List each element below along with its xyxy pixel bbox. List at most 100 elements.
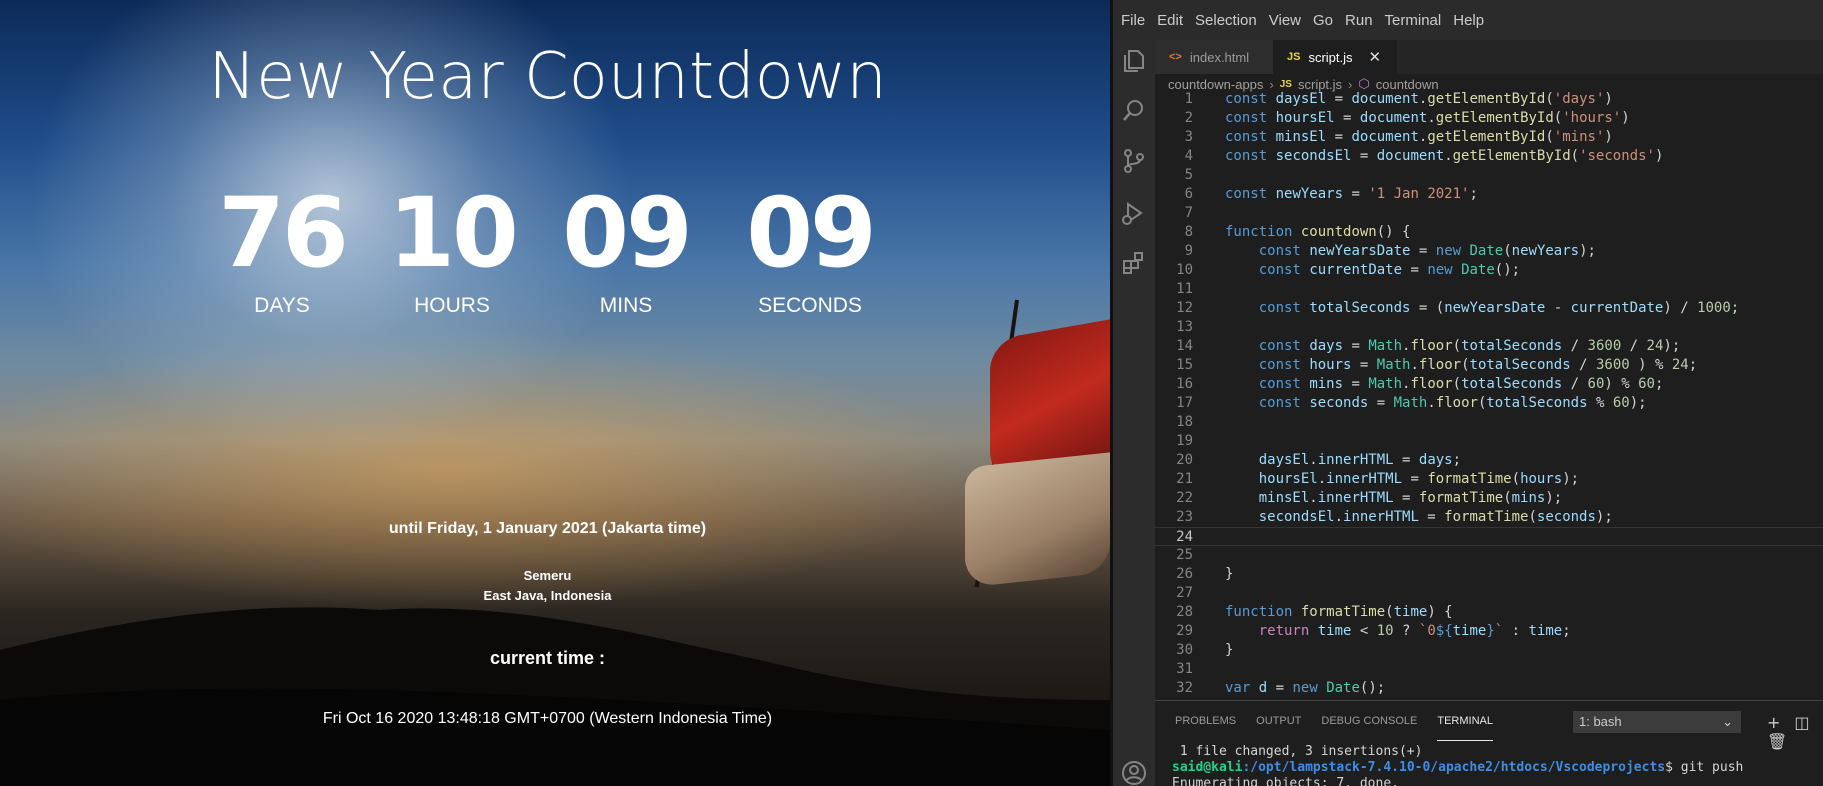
vscode-window: File Edit Selection View Go Run Terminal… [1110, 0, 1823, 786]
line-number: 19 [1176, 433, 1193, 449]
line-number: 2 [1184, 110, 1193, 126]
hours-counter: 10 HOURS [372, 178, 532, 318]
code-line: 27 [1155, 584, 1823, 603]
terminal-actions: +◫🗑 [1767, 713, 1823, 751]
terminal-select[interactable]: 1: bash ⌄ [1573, 711, 1741, 733]
split-icon[interactable]: ◫ [1794, 713, 1823, 732]
seconds-counter: 09 SECONDS [730, 178, 890, 318]
plus-icon[interactable]: + [1767, 713, 1794, 732]
line-number: 12 [1176, 300, 1193, 316]
line-number: 7 [1184, 205, 1193, 221]
seconds-label: SECONDS [758, 294, 862, 317]
close-icon[interactable]: ✕ [1369, 48, 1382, 66]
line-number: 29 [1176, 623, 1193, 639]
code-line: 10 const currentDate = new Date(); [1155, 261, 1823, 280]
code-line: 2 const hoursEl = document.getElementById… [1155, 109, 1823, 128]
code-line: 21 hoursEl.innerHTML = formatTime(hours)… [1155, 470, 1823, 489]
menu-edit[interactable]: Edit [1151, 12, 1189, 29]
countdown-page: New Year Countdown 76 DAYS 10 HOURS 09 M… [0, 0, 1110, 786]
source-control-icon[interactable] [1121, 148, 1147, 174]
menu-terminal[interactable]: Terminal [1379, 12, 1448, 29]
tab-terminal[interactable]: TERMINAL [1437, 701, 1493, 741]
menu-run[interactable]: Run [1339, 12, 1379, 29]
terminal-user: said@kali [1172, 760, 1243, 775]
account-icon[interactable] [1121, 760, 1147, 786]
line-number: 3 [1184, 129, 1193, 145]
menu-go[interactable]: Go [1307, 12, 1339, 29]
code-line: 4 const secondsEl = document.getElementBy… [1155, 147, 1823, 166]
code-line: 19 [1155, 432, 1823, 451]
terminal-line: 1 file changed, 3 insertions(+) [1172, 744, 1423, 759]
tab-label: index.html [1189, 49, 1250, 65]
tab-debug-console[interactable]: DEBUG CONSOLE [1321, 701, 1417, 741]
code-line: 12 const totalSeconds = (newYearsDate - … [1155, 299, 1823, 318]
line-number: 15 [1176, 357, 1193, 373]
line-number: 32 [1176, 680, 1193, 696]
code-line: 32 var d = new Date(); [1155, 679, 1823, 698]
code-line: 1 const daysEl = document.getElementById(… [1155, 90, 1823, 109]
code-line: 30} [1155, 641, 1823, 660]
menu-help[interactable]: Help [1447, 12, 1490, 29]
line-number: 6 [1184, 186, 1193, 202]
files-icon[interactable] [1121, 48, 1147, 74]
run-debug-icon[interactable] [1121, 200, 1147, 226]
mins-label: MINS [599, 294, 653, 317]
line-number: 18 [1176, 414, 1193, 430]
line-number: 17 [1176, 395, 1193, 411]
code-line: 5 [1155, 166, 1823, 185]
code-line: 25 [1155, 546, 1823, 565]
terminal-path: :/opt/lampstack-7.4.10-0/apache2/htdocs/… [1242, 760, 1666, 775]
menu-selection[interactable]: Selection [1189, 12, 1263, 29]
search-icon[interactable] [1121, 98, 1147, 124]
line-number: 9 [1184, 243, 1193, 259]
line-number: 13 [1176, 319, 1193, 335]
tab-index-html[interactable]: <> index.html [1155, 40, 1273, 74]
code-line: 23 secondsEl.innerHTML = formatTime(seco… [1155, 508, 1823, 527]
code-line: 8 function countdown() { [1155, 223, 1823, 242]
line-number: 21 [1176, 471, 1193, 487]
code-line: 16 const mins = Math.floor(totalSeconds … [1155, 375, 1823, 394]
code-line: 18 [1155, 413, 1823, 432]
terminal-prompt-line: said@kali:/opt/lampstack-7.4.10-0/apache… [1172, 760, 1743, 775]
location-name: Semeru [523, 568, 572, 583]
line-number: 27 [1176, 585, 1193, 601]
editor-tabs: <> index.html JS script.js ✕ [1155, 40, 1823, 74]
code-line: 29 return time < 10 ? `0${time}` : time; [1155, 622, 1823, 641]
until-text: until Friday, 1 January 2021 (Jakarta ti… [388, 520, 707, 537]
code-editor[interactable]: 1 const daysEl = document.getElementById(… [1155, 90, 1823, 700]
tab-problems[interactable]: PROBLEMS [1175, 701, 1236, 741]
code-line: 14 const days = Math.floor(totalSeconds … [1155, 337, 1823, 356]
code-line: 3 const minsEl = document.getElementById(… [1155, 128, 1823, 147]
line-number: 22 [1176, 490, 1193, 506]
code-line: 31 [1155, 660, 1823, 679]
line-number: 24 [1176, 529, 1193, 545]
location-region: East Java, Indonesia [483, 588, 612, 603]
days-value: 76 [218, 177, 349, 289]
tab-script-js[interactable]: JS script.js ✕ [1273, 40, 1397, 74]
hours-value: 10 [388, 177, 519, 289]
trash-icon[interactable]: 🗑 [1767, 732, 1801, 751]
bottom-panel: PROBLEMS OUTPUT DEBUG CONSOLE TERMINAL 1… [1155, 700, 1823, 786]
code-line: 9 const newYearsDate = new Date(newYears… [1155, 242, 1823, 261]
chevron-down-icon: ⌄ [1722, 714, 1733, 729]
extensions-icon[interactable] [1121, 250, 1147, 276]
code-line: 24 [1155, 527, 1823, 546]
tab-output[interactable]: OUTPUT [1256, 701, 1301, 741]
js-icon: JS [1287, 51, 1301, 63]
code-line: 11 [1155, 280, 1823, 299]
code-line: 17 const seconds = Math.floor(totalSecon… [1155, 394, 1823, 413]
code-line: 6 const newYears = '1 Jan 2021'; [1155, 185, 1823, 204]
code-line: 7 [1155, 204, 1823, 223]
mins-value: 09 [562, 177, 693, 289]
days-label: DAYS [254, 294, 310, 317]
line-number: 31 [1176, 661, 1193, 677]
panel-tabs: PROBLEMS OUTPUT DEBUG CONSOLE TERMINAL [1155, 701, 1493, 741]
code-line: 15 const hours = Math.floor(totalSeconds… [1155, 356, 1823, 375]
line-number: 4 [1184, 148, 1193, 164]
line-number: 14 [1176, 338, 1193, 354]
menu-view[interactable]: View [1263, 12, 1307, 29]
html-icon: <> [1169, 51, 1182, 63]
code-line: 20 daysEl.innerHTML = days; [1155, 451, 1823, 470]
menu-file[interactable]: File [1115, 12, 1151, 29]
days-counter: 76 DAYS [202, 178, 362, 318]
